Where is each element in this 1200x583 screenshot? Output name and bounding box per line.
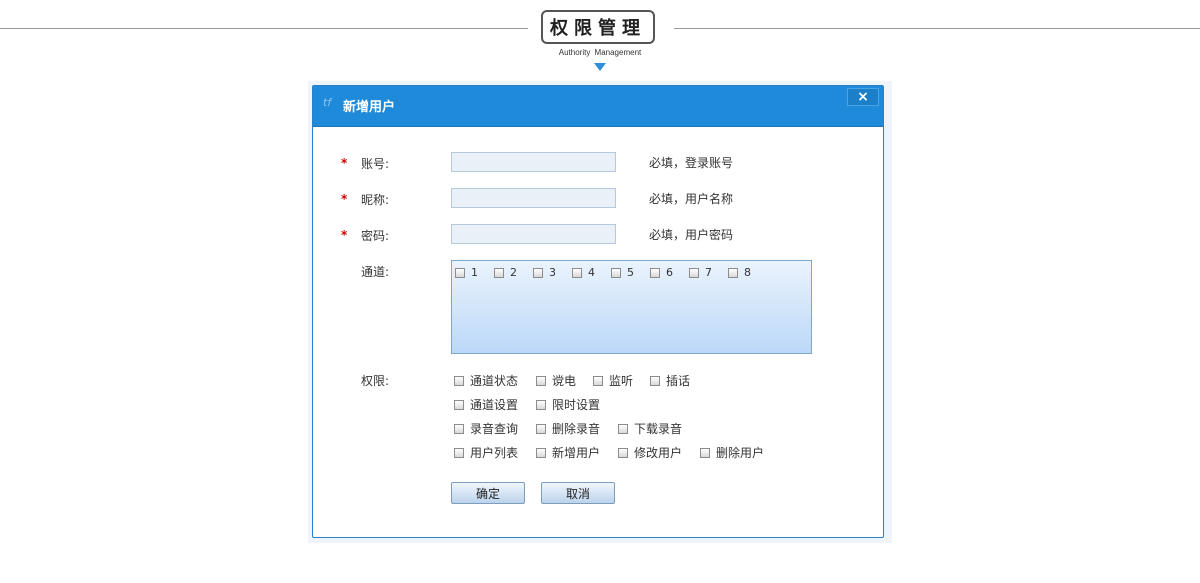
checkbox-icon (650, 267, 660, 278)
checkbox-icon (454, 399, 464, 410)
required-mark: * (341, 156, 348, 170)
password-hint: 必填，用户密码 (649, 228, 734, 242)
channels-label: 通道: (361, 265, 390, 279)
channel-checkbox[interactable]: 4 (572, 266, 595, 279)
permission-checkbox[interactable]: 修改用户 (618, 444, 682, 461)
close-icon: × (857, 89, 869, 105)
permission-checkbox[interactable]: 谠电 (536, 372, 576, 389)
checkbox-icon (689, 267, 699, 278)
dialog-title: 新增用户 (343, 100, 396, 115)
checkbox-icon (728, 267, 738, 278)
channel-checkbox[interactable]: 7 (689, 266, 712, 279)
nickname-label: 昵称: (361, 193, 390, 207)
down-arrow-icon (594, 63, 606, 71)
checkbox-icon (494, 267, 504, 278)
checkbox-icon (533, 267, 543, 278)
channel-checkbox[interactable]: 1 (455, 266, 478, 279)
checkbox-icon (454, 447, 464, 458)
page-subtitle: Authority Management (558, 48, 642, 57)
add-user-dialog: tf 新增用户 × * 账号: 必填，登录账号 * 昵称: 必填，用户名称 * … (312, 85, 884, 538)
checkbox-icon (618, 423, 628, 434)
channels-box: 1 2 3 4 5 6 7 8 (451, 260, 812, 354)
checkbox-icon (455, 267, 465, 278)
permission-checkbox[interactable]: 插话 (650, 372, 690, 389)
required-mark: * (341, 228, 348, 242)
checkbox-icon (650, 375, 660, 386)
dialog-app-icon: tf (323, 96, 332, 109)
permission-checkbox[interactable]: 新增用户 (536, 444, 600, 461)
page-header: 权限管理 Authority Management (0, 0, 1200, 80)
checkbox-icon (536, 423, 546, 434)
permission-checkbox[interactable]: 限时设置 (536, 396, 600, 413)
permission-checkbox[interactable]: 删除用户 (700, 444, 764, 461)
close-button[interactable]: × (847, 88, 879, 106)
channel-checkbox[interactable]: 8 (728, 266, 751, 279)
checkbox-icon (700, 447, 710, 458)
cancel-button[interactable]: 取消 (541, 482, 615, 504)
permission-checkbox[interactable]: 监听 (593, 372, 633, 389)
permissions-label: 权限: (361, 374, 390, 388)
checkbox-icon (593, 375, 603, 386)
checkbox-icon (454, 375, 464, 386)
confirm-button[interactable]: 确定 (451, 482, 525, 504)
account-hint: 必填，登录账号 (649, 156, 734, 170)
dialog-titlebar: tf 新增用户 × (313, 86, 883, 127)
checkbox-icon (454, 423, 464, 434)
checkbox-icon (611, 267, 621, 278)
channel-checkbox[interactable]: 5 (611, 266, 634, 279)
channel-checkbox[interactable]: 6 (650, 266, 673, 279)
checkbox-icon (572, 267, 582, 278)
page-title: 权限管理 (541, 10, 655, 44)
checkbox-icon (536, 399, 546, 410)
permission-checkbox[interactable]: 录音查询 (454, 420, 518, 437)
header-divider-right (674, 28, 1200, 29)
permission-checkbox[interactable]: 用户列表 (454, 444, 518, 461)
checkbox-icon (618, 447, 628, 458)
account-label: 账号: (361, 157, 390, 171)
permission-checkbox[interactable]: 删除录音 (536, 420, 600, 437)
permission-checkbox[interactable]: 通道设置 (454, 396, 518, 413)
channel-checkbox[interactable]: 3 (533, 266, 556, 279)
checkbox-icon (536, 375, 546, 386)
permission-checkbox[interactable]: 通道状态 (454, 372, 518, 389)
account-input[interactable] (451, 152, 616, 172)
nickname-input[interactable] (451, 188, 616, 208)
nickname-hint: 必填，用户名称 (649, 192, 734, 206)
required-mark: * (341, 192, 348, 206)
permission-checkbox[interactable]: 下载录音 (618, 420, 682, 437)
header-divider-left (0, 28, 528, 29)
channel-checkbox[interactable]: 2 (494, 266, 517, 279)
password-input[interactable] (451, 224, 616, 244)
checkbox-icon (536, 447, 546, 458)
password-label: 密码: (361, 229, 390, 243)
